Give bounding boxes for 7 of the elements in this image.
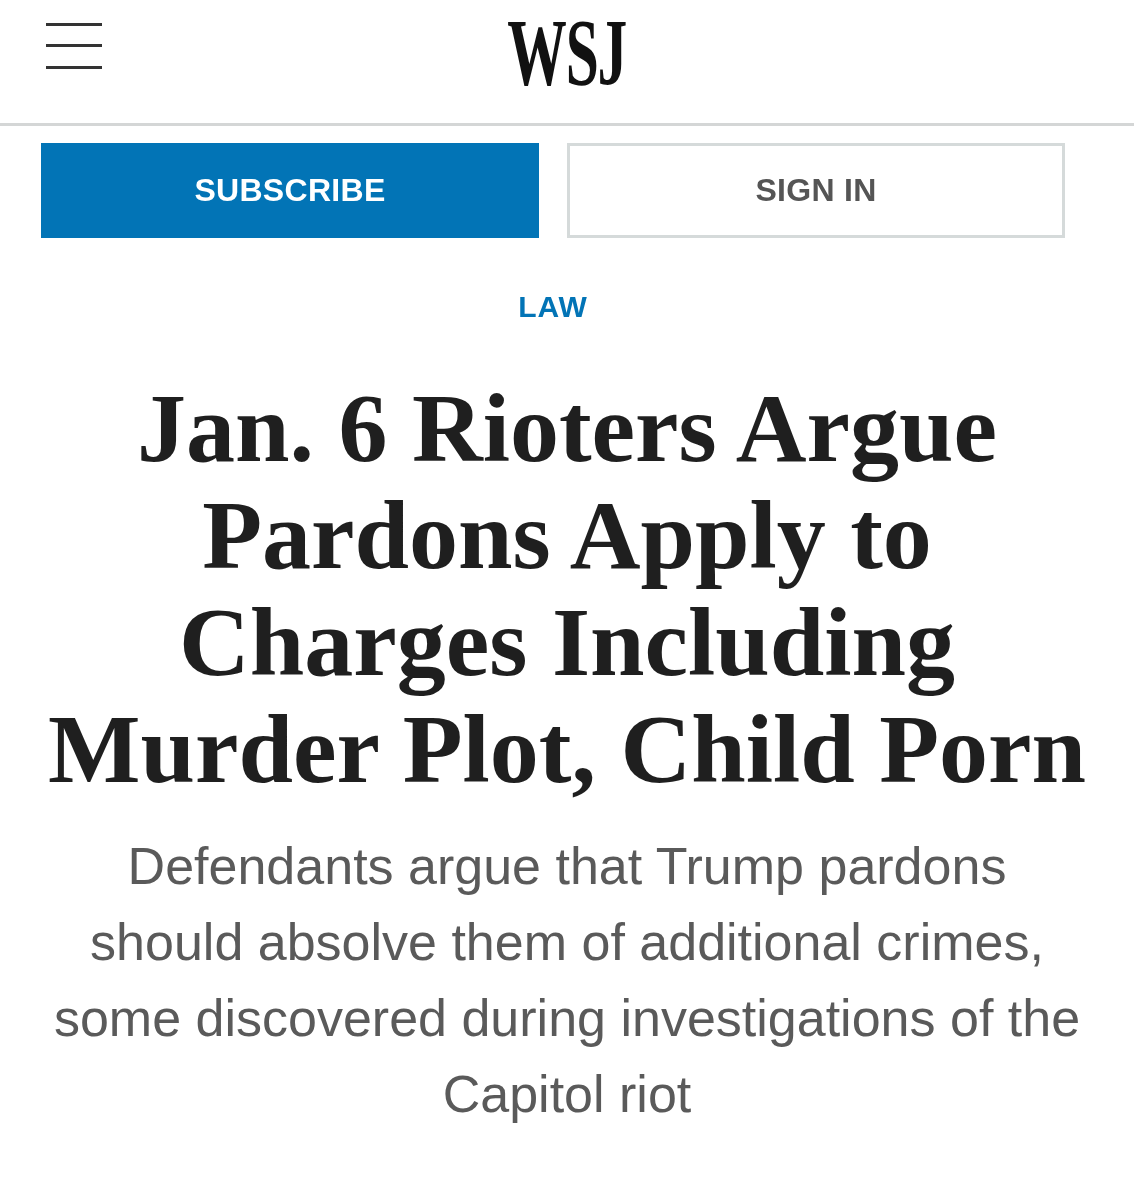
headline: Jan. 6 Rioters Argue Pardons Apply to Charges Including Murder Plot, Child Porn	[46, 375, 1087, 803]
section-link[interactable]: LAW	[518, 289, 588, 325]
summary-text: Defendants argue that Trump pardons should absolve them of additional crimes, some discovered during investigations of the Capitol riot	[52, 836, 1082, 1125]
subscribe-button[interactable]: SUBSCRIBE	[41, 143, 539, 238]
sign-in-button[interactable]: SIGN IN	[567, 143, 1065, 238]
menu-icon[interactable]	[46, 23, 102, 69]
site-logo[interactable]: WSJ	[507, 4, 627, 102]
